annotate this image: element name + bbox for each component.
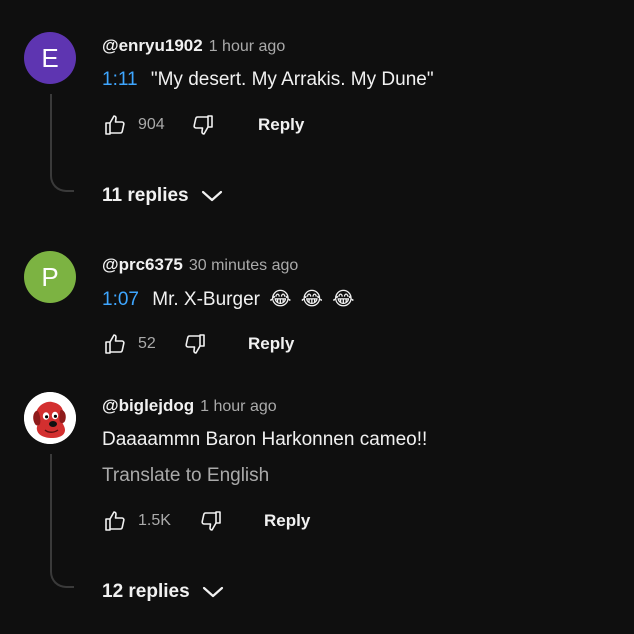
- comment-body: "My desert. My Arrakis. My Dune": [150, 69, 434, 90]
- comment-actions: 52 Reply: [102, 330, 362, 358]
- comment-text: Daaaammn Baron Harkonnen cameo!!: [102, 429, 427, 451]
- comment-time[interactable]: 1 hour ago: [209, 38, 286, 56]
- comment-body: Mr. X-Burger: [152, 289, 260, 310]
- dislike-button[interactable]: [198, 508, 224, 534]
- chevron-down-icon: [201, 189, 223, 203]
- comment-body: Daaaammn Baron Harkonnen cameo!!: [102, 429, 428, 450]
- comment-time[interactable]: 30 minutes ago: [189, 257, 298, 275]
- reply-button[interactable]: Reply: [258, 115, 304, 135]
- translate-button[interactable]: Translate to English: [102, 465, 269, 487]
- chevron-down-icon: [202, 585, 224, 599]
- comment-header: @enryu1902 1 hour ago: [102, 36, 285, 56]
- dislike-button[interactable]: [190, 112, 216, 138]
- reply-button[interactable]: Reply: [264, 511, 310, 531]
- timestamp-link[interactable]: 1:07: [102, 289, 139, 310]
- reply-button[interactable]: Reply: [248, 334, 294, 354]
- view-replies-button[interactable]: 12 replies: [102, 581, 224, 603]
- timestamp-link[interactable]: 1:11: [102, 69, 138, 90]
- dislike-button[interactable]: [182, 331, 208, 357]
- avatar[interactable]: P: [24, 251, 76, 303]
- comment-author[interactable]: @prc6375: [102, 255, 183, 275]
- comment-text: 1:07 Mr. X-Burger 😂 😂 😂: [102, 288, 354, 311]
- comment-actions: 904 Reply: [102, 111, 362, 139]
- replies-count: 12 replies: [102, 581, 190, 602]
- comment-actions: 1.5K Reply: [102, 507, 372, 535]
- like-button[interactable]: [102, 112, 128, 138]
- like-count: 52: [138, 335, 156, 352]
- comment-text: 1:11 "My desert. My Arrakis. My Dune": [102, 69, 434, 91]
- comment-author[interactable]: @biglejdog: [102, 396, 194, 416]
- replies-count: 11 replies: [102, 185, 189, 206]
- comment-author[interactable]: @enryu1902: [102, 36, 203, 56]
- like-button[interactable]: [102, 508, 128, 534]
- thumbs-down-icon: [201, 511, 221, 531]
- comment-time[interactable]: 1 hour ago: [200, 398, 277, 416]
- like-button[interactable]: [102, 331, 128, 357]
- thumbs-up-icon: [105, 334, 125, 354]
- like-count: 1.5K: [138, 512, 171, 529]
- thumbs-down-icon: [185, 334, 205, 354]
- thread-connector: [50, 454, 74, 588]
- thumbs-down-icon: [193, 115, 213, 135]
- avatar-letter: E: [41, 42, 59, 73]
- avatar[interactable]: E: [24, 32, 76, 84]
- thumbs-up-icon: [105, 115, 125, 135]
- like-count: 904: [138, 116, 165, 133]
- comment-header: @biglejdog 1 hour ago: [102, 396, 277, 416]
- avatar[interactable]: [24, 392, 76, 444]
- avatar-letter: P: [41, 261, 59, 292]
- tears-of-joy-emoji: 😂: [300, 289, 323, 310]
- tears-of-joy-emoji: 😂: [269, 289, 292, 310]
- view-replies-button[interactable]: 11 replies: [102, 185, 223, 207]
- comment-header: @prc6375 30 minutes ago: [102, 255, 298, 275]
- tears-of-joy-emoji: 😂: [332, 289, 355, 310]
- thumbs-up-icon: [105, 511, 125, 531]
- red-dog-avatar-icon: [24, 392, 76, 444]
- thread-connector: [50, 94, 74, 192]
